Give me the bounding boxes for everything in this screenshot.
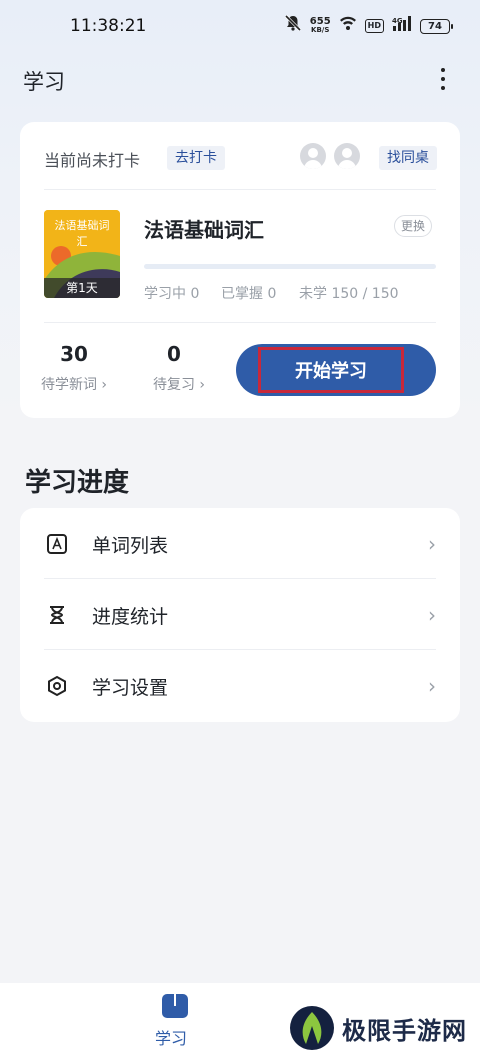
- menu-item-word-list[interactable]: 单词列表 ›: [20, 508, 460, 579]
- book-progress-bar: [144, 264, 436, 269]
- avatar[interactable]: [300, 143, 326, 169]
- chevron-right-icon: ›: [428, 532, 436, 556]
- settings-icon: [46, 675, 68, 697]
- word-list-icon: [46, 533, 68, 555]
- wifi-icon: [339, 15, 357, 37]
- review-link[interactable]: 待复习 ›: [134, 374, 224, 394]
- start-learning-button[interactable]: 开始学习: [236, 344, 436, 396]
- chevron-right-icon: ›: [428, 674, 436, 698]
- more-options-icon[interactable]: [432, 66, 454, 92]
- find-deskmate-button[interactable]: 找同桌: [379, 146, 437, 170]
- section-title: 学习进度: [25, 468, 130, 498]
- status-bar: 11:38:21 655 KB/S HD 4G 74: [0, 0, 480, 54]
- goto-checkin-button[interactable]: 去打卡: [167, 146, 225, 170]
- review-count[interactable]: 0: [134, 342, 214, 366]
- status-icons: 655 KB/S HD 4G 74: [284, 14, 453, 38]
- page-title: 学习: [23, 70, 65, 94]
- change-book-button[interactable]: 更换: [394, 215, 433, 237]
- battery-icon: 74: [420, 18, 453, 34]
- hd-badge: HD: [364, 19, 384, 33]
- book-cover[interactable]: 法语基础词汇 第1天: [44, 210, 120, 298]
- watermark-logo: [290, 1006, 334, 1050]
- watermark-text: 极限手游网: [342, 1016, 467, 1045]
- watermark: 极限手游网: [288, 1004, 467, 1052]
- menu-item-label: 进度统计: [92, 606, 169, 628]
- signal-label: 4G: [392, 17, 403, 25]
- net-speed: 655 KB/S: [310, 17, 331, 35]
- menu-item-label: 学习设置: [92, 677, 169, 699]
- menu-item-label: 单词列表: [92, 535, 169, 557]
- mute-bell-icon: [284, 14, 302, 38]
- menu-item-progress-stats[interactable]: 进度统计 ›: [20, 579, 460, 650]
- status-time: 11:38:21: [70, 16, 147, 36]
- book-name: 法语基础词汇: [144, 218, 264, 242]
- battery-level: 74: [428, 20, 442, 32]
- stat-learning: 学习中 0: [144, 286, 200, 302]
- start-learning-label: 开始学习: [258, 347, 404, 393]
- tab-study[interactable]: 学习: [155, 1025, 187, 1049]
- chevron-right-icon: ›: [428, 603, 436, 627]
- new-words-count[interactable]: 30: [34, 342, 114, 366]
- avatar[interactable]: [334, 143, 360, 169]
- divider: [44, 322, 436, 323]
- checkin-status: 当前尚未打卡: [44, 151, 141, 170]
- divider: [44, 189, 436, 190]
- hourglass-icon: [46, 604, 68, 626]
- study-tab-icon[interactable]: [162, 994, 188, 1018]
- menu-item-study-settings[interactable]: 学习设置 ›: [20, 650, 460, 721]
- stat-unlearned: 未学 150 / 150: [299, 286, 399, 302]
- net-speed-value: 655: [309, 16, 331, 27]
- net-speed-unit: KB/S: [311, 26, 330, 34]
- book-day-badge: 第1天: [44, 278, 120, 298]
- stat-mastered: 已掌握 0: [221, 286, 277, 302]
- progress-menu-card: 单词列表 › 进度统计 › 学习设置 ›: [20, 508, 460, 722]
- book-cover-title: 法语基础词汇: [54, 219, 110, 248]
- new-words-link[interactable]: 待学新词 ›: [29, 374, 119, 394]
- study-card: 当前尚未打卡 去打卡 找同桌 法语基础词汇 第1天 法语基础词汇 更换 学习中 …: [20, 122, 460, 418]
- signal-icon: 4G: [392, 15, 412, 37]
